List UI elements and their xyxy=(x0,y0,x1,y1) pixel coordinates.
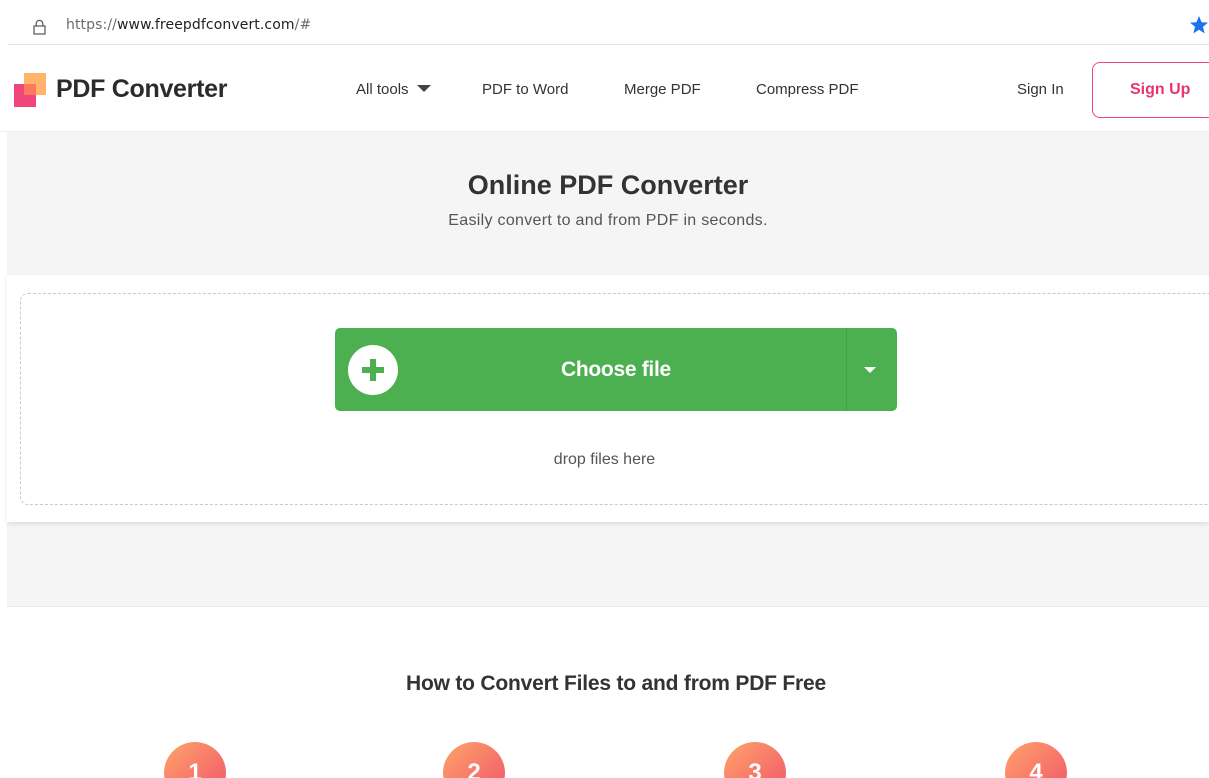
drop-files-hint: drop files here xyxy=(553,451,656,468)
page-subtitle: Easily convert to and from PDF in second… xyxy=(448,212,768,229)
howto-heading: How to Convert Files to and from PDF Fre… xyxy=(405,672,826,695)
nav-pdf-to-word[interactable]: PDF to Word xyxy=(482,81,568,98)
url-path: /# xyxy=(294,17,312,33)
url-host: www.freepdfconvert.com xyxy=(116,17,295,33)
nav-all-tools-label: All tools xyxy=(356,81,409,98)
step-4-badge: 4 xyxy=(1005,742,1067,778)
caret-down-icon xyxy=(416,85,431,93)
url-text[interactable]: https://www.freepdfconvert.com/# xyxy=(66,17,311,33)
nav-compress-pdf[interactable]: Compress PDF xyxy=(756,81,859,98)
step-3-badge: 3 xyxy=(724,742,786,778)
nav-merge-pdf[interactable]: Merge PDF xyxy=(624,81,701,98)
sign-up-button[interactable]: Sign Up xyxy=(1092,62,1209,118)
brand-name[interactable]: PDF Converter xyxy=(56,75,227,104)
nav-all-tools[interactable]: All tools xyxy=(356,81,431,98)
step-1-badge: 1 xyxy=(164,742,226,778)
star-icon[interactable] xyxy=(1189,14,1209,36)
browser-address-bar: https://www.freepdfconvert.com/# xyxy=(0,0,1209,48)
plus-icon xyxy=(348,345,398,395)
step-2-badge: 2 xyxy=(443,742,505,778)
sign-up-label: Sign Up xyxy=(1130,81,1191,98)
chevron-down-icon xyxy=(864,367,876,373)
logo-icon[interactable] xyxy=(14,73,46,107)
sign-in-link[interactable]: Sign In xyxy=(1017,81,1064,98)
page-title: Online PDF Converter xyxy=(467,170,749,200)
site-header: PDF Converter All tools PDF to Word Merg… xyxy=(0,48,1209,132)
choose-file-button[interactable]: Choose file xyxy=(335,328,897,411)
choose-file-label: Choose file xyxy=(561,358,671,381)
upload-source-dropdown[interactable] xyxy=(847,328,897,411)
lock-icon xyxy=(33,19,46,35)
url-scheme: https:// xyxy=(66,17,117,33)
